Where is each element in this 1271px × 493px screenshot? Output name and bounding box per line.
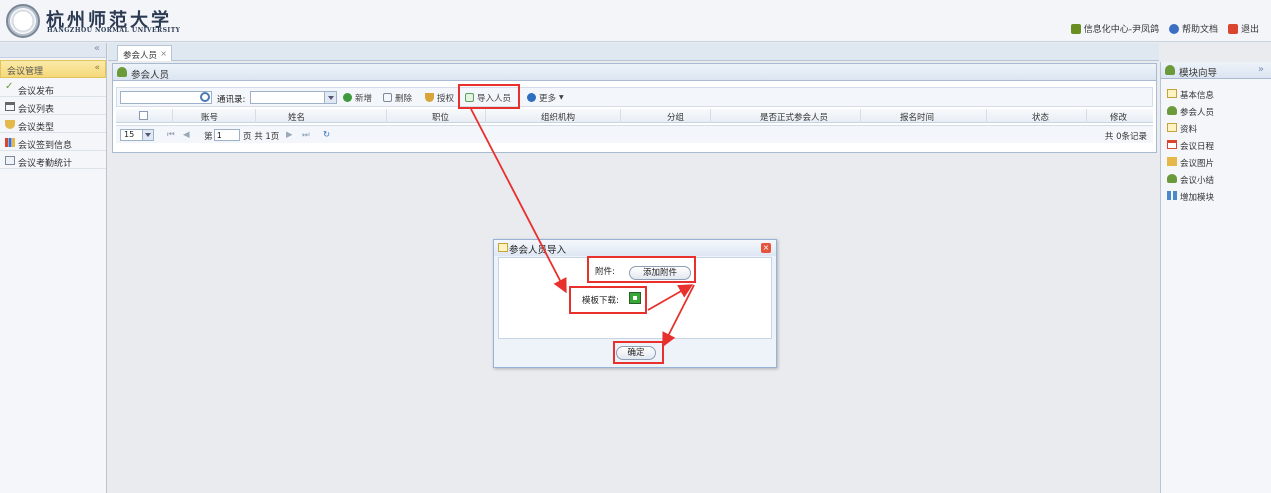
annotation-arrows (470, 108, 695, 348)
arrow-import-to-template (470, 108, 567, 294)
arrow-attachment-to-ok (662, 284, 695, 348)
